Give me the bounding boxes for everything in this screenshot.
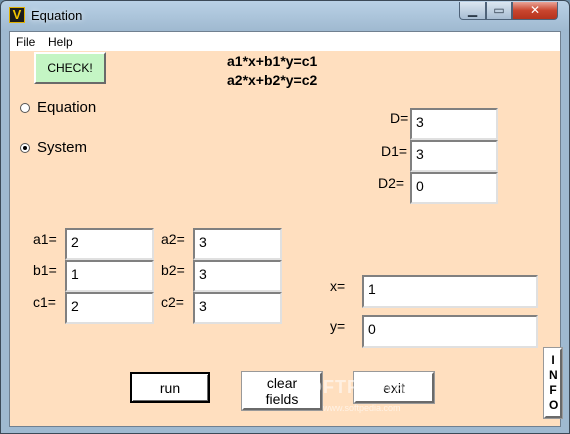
radio-equation[interactable]: Equation	[20, 99, 96, 116]
watermark-url: www.softpedia.com	[323, 403, 401, 413]
formula-line-2: a2*x+b2*y=c2	[227, 72, 318, 88]
info-button-label: INFO	[549, 353, 559, 412]
radio-equation-label: Equation	[37, 99, 97, 116]
d2-label: D2=	[378, 175, 405, 191]
window-title: Equation	[31, 8, 83, 23]
minimize-button[interactable]: ▁	[459, 2, 486, 20]
b1-field[interactable]: 1	[65, 260, 154, 292]
radio-system-label: System	[37, 139, 88, 156]
b1-label: b1=	[33, 262, 57, 278]
formula-line-1: a1*x+b1*y=c1	[227, 53, 318, 69]
y-result-field[interactable]: 0	[362, 315, 538, 348]
application-window: V Equation ▁ ▭ ✕ File Help CHECK! a1*x+b…	[0, 0, 570, 434]
radio-equation-indicator[interactable]	[20, 102, 30, 113]
info-button[interactable]: INFO	[544, 348, 562, 418]
c2-field[interactable]: 3	[193, 292, 282, 324]
d1-field[interactable]: 3	[410, 140, 498, 172]
menu-help[interactable]: Help	[48, 35, 73, 49]
menu-bar: File Help	[10, 32, 560, 51]
a2-field[interactable]: 3	[193, 228, 282, 260]
c1-label: c1=	[33, 294, 56, 310]
c1-field[interactable]: 2	[65, 292, 154, 324]
d-label: D=	[390, 110, 409, 126]
a1-label: a1=	[33, 231, 57, 247]
close-button[interactable]: ✕	[512, 2, 558, 20]
exit-button[interactable]: exit	[354, 372, 434, 403]
run-button[interactable]: run	[130, 372, 210, 403]
title-bar[interactable]: V Equation ▁ ▭ ✕	[1, 1, 569, 31]
radio-system[interactable]: System	[20, 139, 87, 156]
d1-label: D1=	[381, 143, 408, 159]
clear-fields-button[interactable]: clear fields	[242, 372, 322, 410]
y-label: y=	[330, 318, 346, 334]
maximize-button[interactable]: ▭	[486, 2, 512, 20]
radio-system-indicator[interactable]	[20, 142, 30, 153]
app-icon: V	[9, 7, 25, 23]
x-label: x=	[330, 278, 346, 294]
c2-label: c2=	[161, 294, 184, 310]
check-button[interactable]: CHECK!	[34, 52, 106, 84]
b2-label: b2=	[161, 262, 185, 278]
a2-label: a2=	[161, 231, 185, 247]
x-result-field[interactable]: 1	[362, 275, 538, 308]
b2-field[interactable]: 3	[193, 260, 282, 292]
d2-field[interactable]: 0	[410, 172, 498, 204]
menu-file[interactable]: File	[16, 35, 35, 49]
client-area: File Help CHECK! a1*x+b1*y=c1 a2*x+b2*y=…	[9, 31, 562, 427]
a1-field[interactable]: 2	[65, 228, 154, 260]
d-field[interactable]: 3	[410, 108, 498, 140]
